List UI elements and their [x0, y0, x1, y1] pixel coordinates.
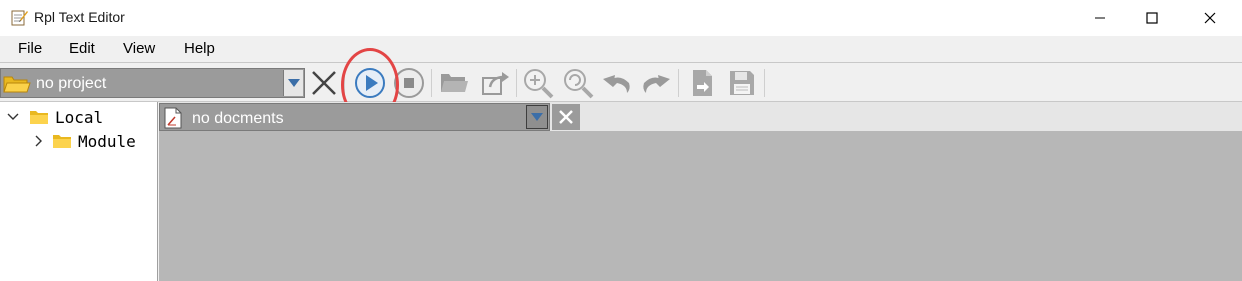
chevron-down-icon — [287, 79, 300, 87]
export-button[interactable] — [478, 66, 512, 100]
project-selector-value: no project — [36, 75, 107, 92]
tree-item-label: Module — [78, 131, 136, 151]
folder-icon — [53, 135, 71, 148]
close-window-button[interactable] — [1187, 0, 1233, 36]
stop-button[interactable] — [392, 66, 426, 100]
menu-edit[interactable]: Edit — [69, 40, 95, 57]
chevron-right-icon[interactable] — [32, 134, 46, 148]
close-icon — [1204, 12, 1216, 24]
chevron-down-icon[interactable] — [6, 110, 20, 124]
tree-item-module[interactable]: Module — [32, 130, 136, 152]
x-icon — [312, 71, 336, 95]
close-document-button[interactable] — [552, 104, 580, 130]
close-project-button[interactable] — [307, 66, 341, 100]
document-selector[interactable]: no docments — [159, 103, 550, 131]
tree-item-label: Local — [55, 107, 104, 127]
undo-icon — [603, 75, 630, 93]
run-button[interactable] — [353, 66, 387, 100]
zoom-reset-button[interactable] — [561, 66, 595, 100]
document-selector-value: no docments — [192, 110, 284, 127]
maximize-icon — [1146, 12, 1158, 24]
zoom-in-button[interactable] — [521, 66, 555, 100]
toolbar-separator — [678, 69, 679, 97]
toolbar: no project — [0, 62, 1242, 102]
menu-file[interactable]: File — [18, 40, 42, 57]
window-title: Rpl Text Editor — [34, 9, 125, 25]
file-import-icon — [693, 70, 712, 96]
minimize-icon — [1095, 17, 1105, 19]
zoom-reset-icon — [564, 69, 594, 99]
title-bar[interactable]: Rpl Text Editor — [0, 0, 1242, 36]
redo-button[interactable] — [639, 66, 673, 100]
chevron-down-icon — [531, 113, 543, 121]
save-icon — [730, 71, 754, 95]
app-window: Rpl Text Editor File Edit View Help no p… — [0, 0, 1242, 281]
menu-view[interactable]: View — [123, 40, 155, 57]
document-dropdown-button[interactable] — [526, 105, 548, 129]
toolbar-separator — [516, 69, 517, 97]
notepad-icon — [11, 10, 28, 26]
import-file-button[interactable] — [686, 66, 720, 100]
toolbar-separator — [344, 69, 345, 97]
document-area: no docments — [159, 102, 1242, 281]
project-tree: Local Module — [0, 102, 158, 281]
zoom-in-icon — [524, 69, 554, 99]
folder-open-icon — [441, 74, 468, 92]
project-selector[interactable]: no project — [0, 68, 305, 98]
stop-icon — [394, 68, 424, 98]
close-document-icon — [559, 110, 573, 124]
play-icon — [355, 68, 385, 98]
menu-help[interactable]: Help — [184, 40, 215, 57]
folder-open-icon — [3, 76, 31, 93]
open-button[interactable] — [437, 66, 471, 100]
toolbar-separator — [764, 69, 765, 97]
redo-icon — [643, 75, 670, 93]
project-dropdown-button[interactable] — [283, 70, 303, 96]
tree-item-local[interactable]: Local — [6, 106, 103, 128]
menu-bar: File Edit View Help — [0, 36, 1242, 62]
minimize-button[interactable] — [1077, 0, 1123, 36]
share-icon — [482, 72, 509, 95]
toolbar-separator — [431, 69, 432, 97]
undo-button[interactable] — [600, 66, 634, 100]
folder-icon — [30, 111, 48, 124]
document-icon — [164, 107, 182, 129]
document-tab-bar: no docments — [159, 102, 1242, 131]
maximize-button[interactable] — [1129, 0, 1175, 36]
save-button[interactable] — [725, 66, 759, 100]
